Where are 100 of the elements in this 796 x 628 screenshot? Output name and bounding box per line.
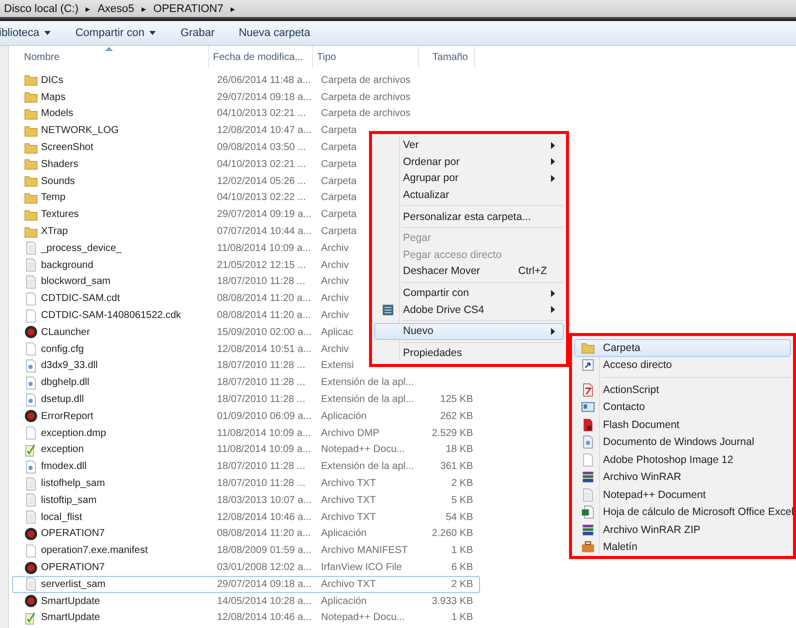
date-cell: 18/07/2010 11:28 ... — [217, 276, 306, 288]
toolbar-button[interactable]: iblioteca — [0, 25, 58, 41]
text-file-icon — [24, 258, 38, 272]
type-cell: Aplicación — [321, 596, 367, 607]
date-cell: 04/10/2013 02:21 ... — [217, 158, 306, 170]
file-row[interactable]: OPERATION7 03/01/2008 12:02 a... IrfanView ICO File 6 KB — [12, 559, 480, 576]
menu-item[interactable]: Ver — [374, 137, 564, 154]
size-cell: 18 KB — [446, 444, 473, 456]
type-cell: Extensión de la apl... — [321, 461, 414, 472]
date-cell: 11/08/2014 10:09 a... — [217, 242, 311, 254]
date-cell: 12/08/2014 10:51 a... — [217, 344, 312, 355]
menu-item[interactable]: Documento de Windows Journal — [574, 434, 791, 451]
menu-item[interactable]: ActionScript — [574, 381, 791, 398]
menu-item[interactable]: Maletín — [574, 538, 791, 556]
file-row[interactable]: dsetup.dll 18/07/2010 11:28 ... Extensión de la apl... 125 KB — [12, 391, 480, 408]
file-row[interactable]: OPERATION7 08/08/2014 11:20 a... Aplicación 2.260 KB — [12, 526, 480, 542]
breadcrumb[interactable]: Axeso5 — [98, 2, 134, 14]
file-row[interactable]: listofhelp_sam 18/07/2010 11:28 ... Archivo TXT 2 KB — [12, 475, 480, 492]
file-row[interactable]: serverlist_sam 29/07/2014 09:18 a... Archivo TXT 2 KB — [12, 576, 480, 593]
type-cell: Carpeta — [321, 226, 357, 238]
type-cell: Archiv — [321, 276, 349, 288]
folder-icon — [24, 174, 38, 188]
menu-item[interactable]: Deshacer Mover Ctrl+Z — [374, 263, 564, 280]
folder-icon — [24, 73, 38, 88]
type-cell: Carpeta — [321, 209, 357, 220]
file-row[interactable]: operation7.exe.manifest 18/08/2009 01:59 a... Archivo MANIFEST 1 KB — [12, 542, 480, 560]
file-icon — [24, 292, 38, 306]
menu-item[interactable]: Agrupar por — [374, 170, 564, 187]
date-cell: 12/08/2014 10:47 a... — [217, 125, 312, 136]
menu-item[interactable]: Nuevo — [374, 322, 564, 340]
shortcut-icon — [581, 358, 595, 372]
menu-item[interactable]: Notepad++ Document — [574, 486, 791, 504]
file-row[interactable]: exception 11/08/2014 10:09 a... Notepad++ Docu... 18 KB — [12, 442, 480, 458]
column-header[interactable]: Nombre — [9, 46, 209, 68]
file-name: OPERATION7 — [41, 562, 105, 573]
type-cell: Archivo DMP — [321, 428, 380, 439]
toolbar-button[interactable]: Nueva carpeta — [232, 25, 316, 41]
menu-item[interactable]: Compartir con — [374, 284, 564, 302]
menu-item[interactable]: Hoja de cálculo de Microsoft Office Excel — [574, 504, 791, 521]
file-row[interactable]: exception.dmp 11/08/2014 10:09 a... Archivo DMP 2.529 KB — [12, 424, 480, 442]
date-cell: 01/09/2010 06:09 a... — [217, 410, 312, 422]
file-row[interactable]: listoftip_sam 18/03/2013 10:07 a... Archivo TXT 5 KB — [12, 492, 480, 509]
file-name: dbghelp.dll — [41, 377, 90, 388]
menu-item[interactable]: Contacto — [574, 398, 791, 416]
toolbar-button[interactable]: Grabar — [174, 25, 221, 41]
date-cell: 18/03/2013 10:07 a... — [217, 494, 312, 506]
file-row[interactable]: SmartUpdate 12/08/2014 10:46 a... Notepad++ Docu... 1 KB — [12, 610, 480, 626]
toolbar-button[interactable]: Compartir con — [69, 25, 162, 41]
menu-item[interactable]: Carpeta — [574, 339, 791, 356]
date-cell: 18/07/2010 11:28 ... — [217, 461, 306, 472]
menu-item[interactable]: Adobe Drive CS4 — [374, 301, 564, 318]
folder-icon — [24, 190, 38, 205]
date-cell: 11/08/2014 10:09 a... — [217, 428, 311, 439]
column-header[interactable]: Tipo — [313, 46, 419, 68]
folder-icon — [24, 106, 38, 121]
file-row[interactable]: local_flist 12/08/2014 10:46 a... Archivo TXT 54 KB — [12, 508, 480, 526]
column-header[interactable]: Fecha de modifica... — [209, 46, 313, 68]
size-cell: 5 KB — [451, 494, 473, 506]
menu-item[interactable]: Ordenar por — [374, 154, 564, 170]
type-cell: Archiv — [321, 242, 349, 254]
menu-item[interactable]: Archivo WinRAR — [574, 468, 791, 486]
file-name: operation7.exe.manifest — [41, 545, 148, 556]
file-row[interactable]: NETWORK_LOG 12/08/2014 10:47 a... Carpeta — [12, 122, 480, 140]
type-cell: Archivo TXT — [321, 512, 376, 523]
column-header[interactable]: Tamaño — [419, 46, 475, 68]
menu-item[interactable]: Acceso directo — [574, 356, 791, 374]
file-name: Textures — [41, 209, 79, 220]
file-name: listofhelp_sam — [41, 478, 105, 490]
file-row[interactable]: SmartUpdate 14/05/2014 10:28 a... Aplicación 3.933 KB — [12, 592, 480, 610]
folder-icon — [24, 140, 38, 155]
file-row[interactable]: dbghelp.dll 18/07/2010 11:28 ... Extensión de la apl... — [12, 374, 480, 392]
scrollbar[interactable] — [0, 46, 9, 628]
file-row[interactable]: ErrorReport 01/09/2010 06:09 a... Aplicación 262 KB — [12, 408, 480, 425]
app-icon — [24, 409, 38, 424]
file-row[interactable]: Models 04/10/2013 02:21 ... Carpeta de archivos — [12, 106, 480, 122]
file-name: XTrap — [41, 226, 68, 238]
address-bar[interactable]: Disco local (C:) ▸ Axeso5 ▸ OPERATION7 ▸ — [0, 0, 796, 17]
breadcrumb-arrow[interactable]: ▸ — [141, 4, 146, 14]
breadcrumb-arrow[interactable]: ▸ — [230, 4, 236, 14]
menu-item[interactable]: Adobe Photoshop Image 12 — [574, 451, 791, 468]
type-cell: Carpeta de archivos — [321, 74, 410, 86]
file-row[interactable]: fmodex.dll 18/07/2010 11:28 ... Extensión de la apl... 361 KB — [12, 458, 480, 476]
file-name: _process_device_ — [41, 242, 122, 254]
breadcrumb[interactable]: OPERATION7 — [153, 2, 224, 14]
date-cell: 18/07/2010 11:28 ... — [217, 394, 306, 406]
breadcrumb[interactable]: Disco local (C:) — [4, 2, 79, 14]
type-cell: Carpeta de archivos — [321, 108, 410, 120]
menu-item[interactable]: Actualizar — [374, 186, 564, 204]
date-cell: 29/07/2014 09:18 a... — [217, 92, 312, 103]
menu-item[interactable]: Archivo WinRAR ZIP — [574, 521, 791, 538]
size-cell: 3.933 KB — [432, 596, 473, 607]
file-name: Temp — [41, 192, 66, 204]
folder-icon — [24, 90, 38, 104]
type-cell: Extensión de la apl... — [321, 394, 414, 406]
date-cell: 08/08/2014 11:20 a... — [217, 293, 311, 304]
menu-item[interactable]: Personalizar esta carpeta... — [374, 208, 564, 225]
menu-item[interactable]: Flash Document — [574, 416, 791, 434]
file-row[interactable]: Maps 29/07/2014 09:18 a... Carpeta de archivos — [12, 88, 480, 106]
file-row[interactable]: DICs 26/06/2014 11:48 a... Carpeta de archivos — [12, 72, 480, 89]
breadcrumb-arrow[interactable]: ▸ — [86, 4, 91, 14]
